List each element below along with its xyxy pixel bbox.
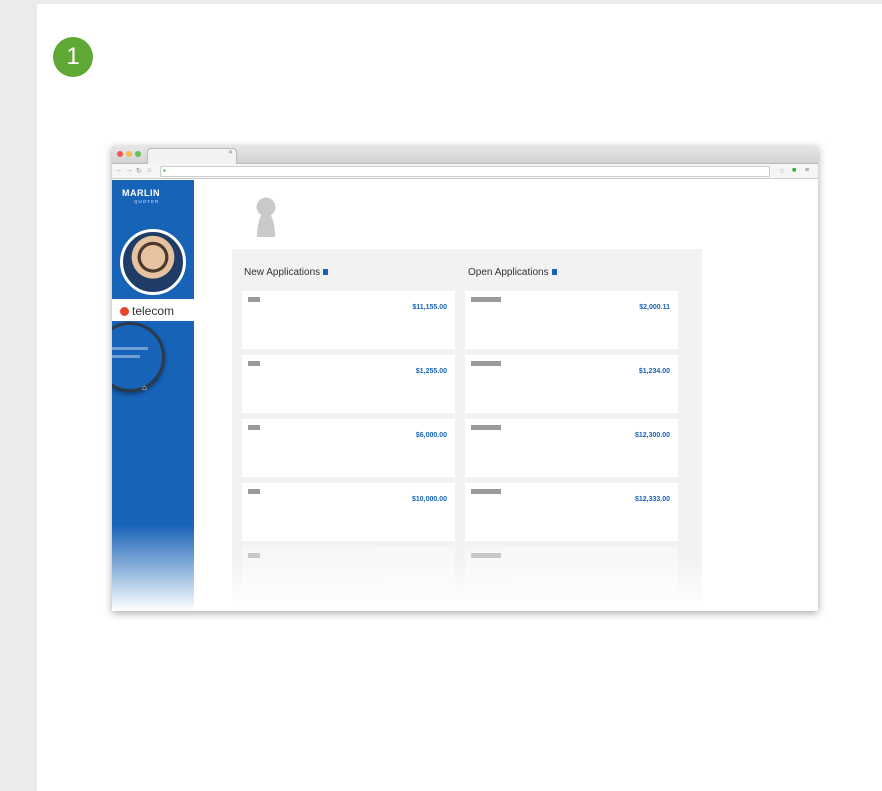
status-badge [248, 489, 260, 494]
magnifier-line [112, 347, 148, 350]
new-application-card[interactable] [242, 547, 455, 605]
status-badge [471, 297, 501, 302]
new-application-card[interactable]: $11,155.00 [242, 291, 455, 349]
application-amount: $2,000.11 [639, 304, 670, 311]
contact-avatar-placeholder [252, 197, 280, 237]
bookmark-star-icon[interactable]: ☆ [779, 167, 785, 175]
secure-lock-icon: ● [163, 168, 167, 174]
status-badge [471, 489, 501, 494]
vendor-logo-mark-icon [120, 307, 129, 316]
back-icon[interactable]: ← [116, 167, 123, 174]
new-applications-heading: New Applications [244, 267, 329, 278]
browser-toolbar: ← → ↻ ⌂ ● ☆ ■ ≡ [112, 164, 818, 179]
close-window-icon[interactable] [117, 151, 123, 157]
application-amount: $1,255.00 [415, 368, 447, 375]
status-badge [471, 361, 501, 366]
application-amount: $11,155.00 [412, 304, 447, 311]
minimize-window-icon[interactable] [126, 151, 132, 157]
reload-icon[interactable]: ↻ [136, 167, 142, 175]
open-application-card[interactable]: $12,333.00 [465, 483, 678, 541]
applications-panel: New Applications Open Applications $11,1… [232, 249, 702, 611]
browser-window: ✕ ← → ↻ ⌂ ● ☆ ■ ≡ MARLIN QUOTER telecom [112, 146, 818, 611]
status-badge [248, 361, 260, 366]
new-application-card[interactable]: $1,255.00 [242, 355, 455, 413]
open-applications-heading: Open Applications [468, 267, 557, 278]
magnifier-line [112, 355, 140, 358]
tab-close-icon[interactable]: ✕ [228, 149, 233, 156]
maximize-window-icon[interactable] [135, 151, 141, 157]
address-bar[interactable] [160, 166, 770, 177]
vendor-logo-text: telecom [132, 304, 175, 318]
vendor-brand-bar: telecom [112, 299, 194, 321]
marlin-logo: MARLIN [122, 188, 160, 198]
vendor-logo: telecom [120, 304, 174, 318]
illustration-panel: 1 ✕ ← → ↻ ⌂ ● ☆ ■ ≡ MARLIN QUOTER teleco… [37, 4, 882, 791]
application-amount: $10,000.00 [411, 496, 447, 503]
home-icon[interactable]: ⌂ [147, 167, 151, 174]
menu-icon[interactable]: ≡ [805, 167, 809, 174]
marlin-logo-subtitle: QUOTER [134, 199, 160, 204]
application-amount: $12,333.00 [634, 496, 670, 503]
extension-icon[interactable]: ■ [792, 167, 796, 174]
info-icon[interactable] [551, 269, 557, 275]
status-badge [471, 425, 501, 430]
step-number-badge: 1 [53, 37, 93, 77]
open-application-card[interactable]: $2,000.11 [465, 291, 678, 349]
application-amount: $12,300.00 [634, 432, 670, 439]
application-amount: $1,234.00 [638, 368, 670, 375]
status-badge [248, 425, 260, 430]
vendor-avatar [120, 229, 186, 295]
status-badge [248, 297, 260, 302]
dashboard-icon[interactable]: ⌂ [142, 383, 147, 392]
new-application-card[interactable]: $10,000.00 [242, 483, 455, 541]
application-amount: $6,000.00 [415, 432, 447, 439]
open-application-card[interactable]: $1,234.00 [465, 355, 678, 413]
browser-titlebar: ✕ [112, 146, 818, 164]
open-application-card[interactable]: $12,300.00 [465, 419, 678, 477]
status-badge [471, 553, 501, 558]
forward-icon[interactable]: → [126, 167, 133, 174]
browser-tab[interactable] [147, 148, 237, 164]
info-icon[interactable] [323, 269, 329, 275]
status-badge [248, 553, 260, 558]
open-application-card[interactable] [465, 547, 678, 605]
app-sidebar: MARLIN QUOTER telecom ⌂ [112, 180, 194, 611]
new-application-card[interactable]: $6,000.00 [242, 419, 455, 477]
magnifier-callout [112, 322, 165, 392]
